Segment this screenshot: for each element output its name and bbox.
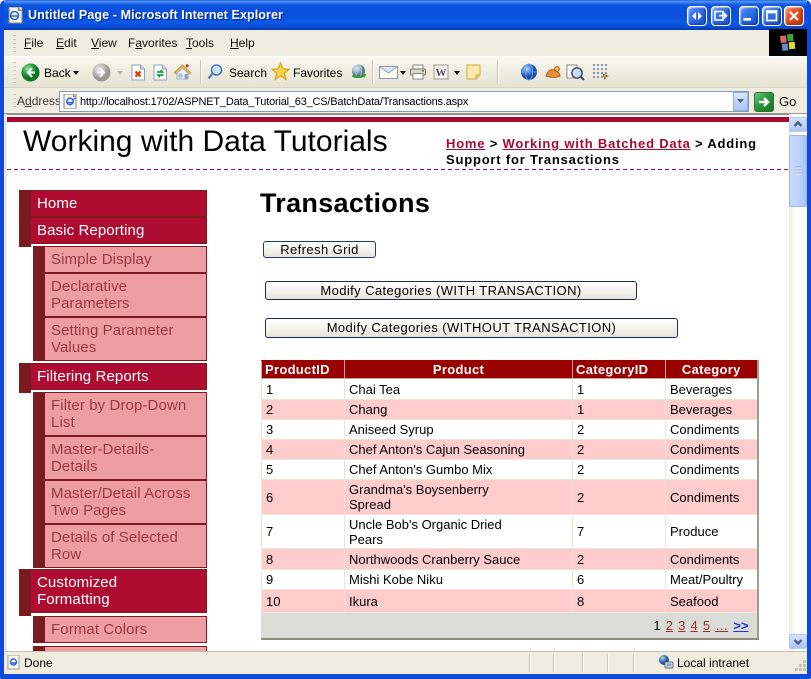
svg-text:W: W: [436, 67, 447, 79]
